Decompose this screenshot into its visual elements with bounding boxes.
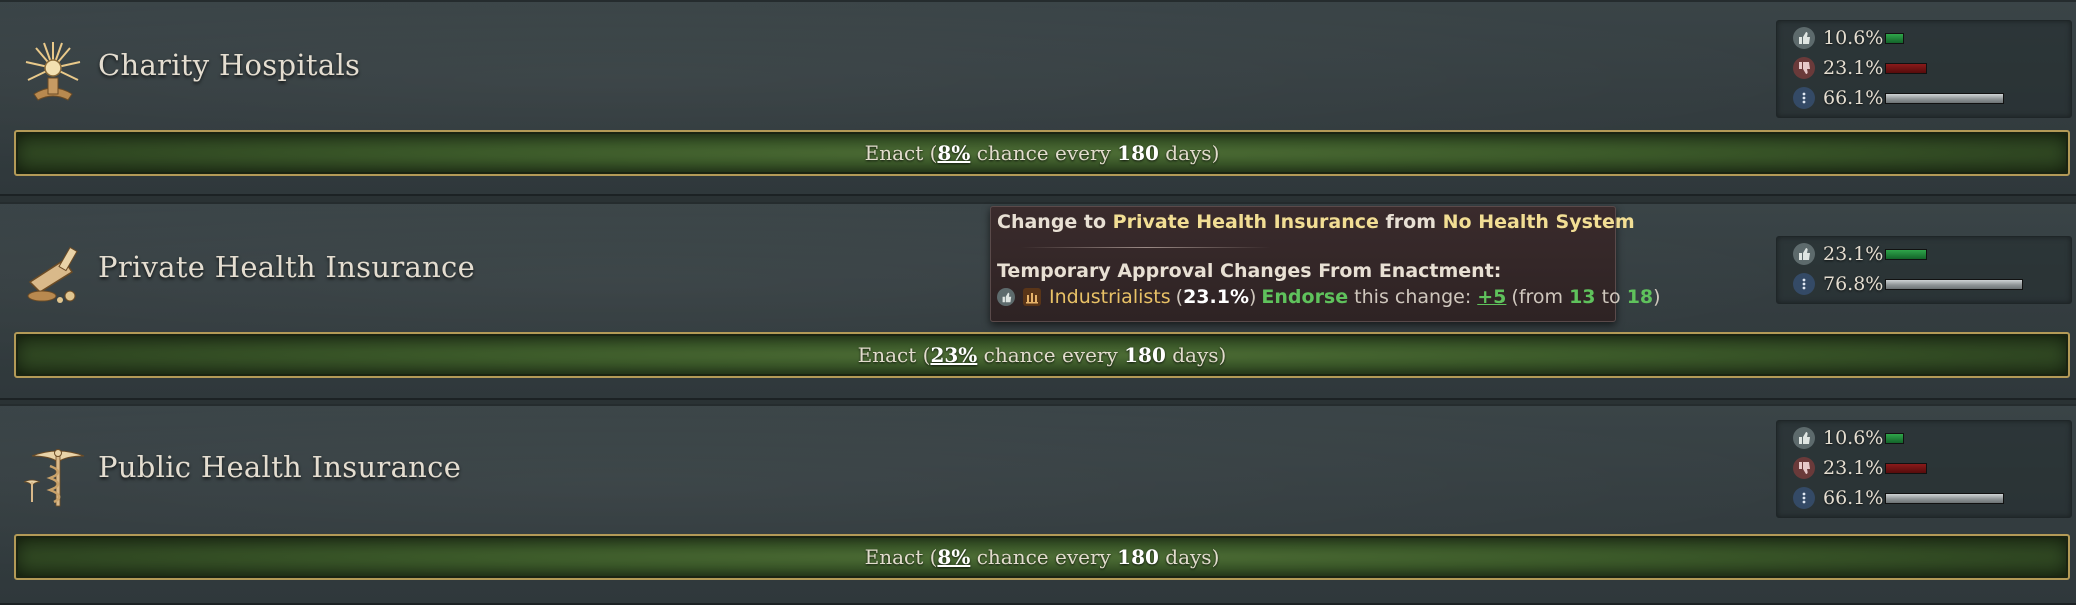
enact-button[interactable]: Enact (8% chance every 180 days): [14, 130, 2070, 176]
enact-suffix: days): [1165, 343, 1227, 367]
enact-middle: chance every: [970, 545, 1118, 569]
tooltip-from-value: 13: [1569, 286, 1596, 308]
neutral-value: 66.1%: [1823, 87, 1884, 109]
disapprove-bar: [1885, 462, 1927, 474]
tooltip-stance: Endorse: [1261, 286, 1349, 308]
disapprove-value: 23.1%: [1823, 57, 1884, 79]
neutral-bar: [1885, 278, 2023, 290]
approve-row: 10.6%: [1793, 426, 1904, 450]
neutral-value: 76.8%: [1823, 273, 1884, 295]
law-title: Charity Hospitals: [98, 48, 361, 82]
disapprove-row: 23.1%: [1793, 456, 1927, 480]
enact-suffix: days): [1158, 141, 1220, 165]
tooltip-from-label: (from: [1511, 286, 1570, 308]
approve-value: 10.6%: [1823, 427, 1884, 449]
neutral-row: 66.1%: [1793, 86, 2004, 110]
enact-prefix: Enact (: [864, 545, 938, 569]
neutral-bar: [1885, 92, 2004, 104]
approve-bar: [1885, 32, 1904, 44]
tooltip-group-line: Industrialists (23.1%) Endorse this chan…: [997, 286, 1661, 308]
tooltip-paren-close: ): [1248, 286, 1257, 308]
disapprove-value: 23.1%: [1823, 457, 1884, 479]
approve-row: 23.1%: [1793, 242, 1927, 266]
pharmacy-mortar-icon: [20, 242, 86, 308]
enact-button[interactable]: Enact (23% chance every 180 days): [14, 332, 2070, 378]
disapprove-row: 23.1%: [1793, 56, 1927, 80]
approve-value: 10.6%: [1823, 27, 1884, 49]
law-title: Private Health Insurance: [98, 250, 476, 284]
approval-stats: 10.6% 23.1% 66.1%: [1776, 420, 2072, 518]
enact-chance: 8%: [937, 141, 971, 165]
tooltip-change-text: this change:: [1348, 286, 1478, 308]
enact-prefix: Enact (: [864, 141, 938, 165]
neutral-dots-icon: [1793, 487, 1815, 509]
enact-middle: chance every: [977, 343, 1125, 367]
tooltip-close: ): [1653, 286, 1661, 308]
neutral-value: 66.1%: [1823, 487, 1884, 509]
neutral-bar: [1885, 492, 2004, 504]
enact-chance: 8%: [937, 545, 971, 569]
tooltip-to-value: 18: [1626, 286, 1654, 308]
neutral-row: 66.1%: [1793, 486, 2004, 510]
neutral-row: 76.8%: [1793, 272, 2023, 296]
enact-chance: 23%: [930, 343, 978, 367]
enact-prefix: Enact (: [857, 343, 931, 367]
tooltip-title: Change to Private Health Insurance from …: [997, 211, 1635, 233]
approve-bar: [1885, 432, 1904, 444]
tooltip-divider: [1021, 247, 1271, 248]
enactment-tooltip: Change to Private Health Insurance from …: [990, 206, 1661, 322]
law-panel-charity-hospitals: Charity Hospitals 10.6% 23.1% 66.1% Enac…: [0, 0, 2076, 196]
enact-days: 180: [1117, 545, 1159, 569]
law-panel-public-health-insurance: Public Health Insurance 10.6% 23.1% 66.1…: [0, 404, 2076, 605]
industrialists-icon: [1023, 288, 1041, 306]
tooltip-title-prefix: Change to: [997, 211, 1113, 233]
tooltip-source-law: No Health System: [1442, 211, 1635, 233]
approval-stats: 23.1% 76.8%: [1776, 236, 2072, 304]
tooltip-to-label: to: [1595, 286, 1627, 308]
enact-days: 180: [1117, 141, 1159, 165]
caduceus-icon: [20, 444, 86, 510]
thumbs-down-icon: [1793, 457, 1815, 479]
sunburst-icon: [20, 38, 86, 104]
enact-button[interactable]: Enact (8% chance every 180 days): [14, 534, 2070, 580]
approve-row: 10.6%: [1793, 26, 1904, 50]
neutral-dots-icon: [1793, 273, 1815, 295]
thumbs-up-icon: [997, 288, 1015, 306]
neutral-dots-icon: [1793, 87, 1815, 109]
tooltip-subtitle: Temporary Approval Changes From Enactmen…: [997, 260, 1502, 282]
tooltip-target-law: Private Health Insurance: [1112, 211, 1379, 233]
enact-suffix: days): [1158, 545, 1220, 569]
thumbs-down-icon: [1793, 57, 1815, 79]
tooltip-delta: +5: [1477, 286, 1507, 308]
thumbs-up-icon: [1793, 243, 1815, 265]
disapprove-bar: [1885, 62, 1927, 74]
approve-value: 23.1%: [1823, 243, 1884, 265]
approve-bar: [1885, 248, 1927, 260]
thumbs-up-icon: [1793, 427, 1815, 449]
law-title: Public Health Insurance: [98, 450, 462, 484]
approval-stats: 10.6% 23.1% 66.1%: [1776, 20, 2072, 118]
enact-days: 180: [1124, 343, 1166, 367]
tooltip-group-name: Industrialists: [1049, 286, 1171, 308]
tooltip-group-share: 23.1%: [1183, 286, 1249, 308]
enact-middle: chance every: [970, 141, 1118, 165]
tooltip-title-mid: from: [1378, 211, 1443, 233]
thumbs-up-icon: [1793, 27, 1815, 49]
tooltip-paren-open: (: [1175, 286, 1184, 308]
